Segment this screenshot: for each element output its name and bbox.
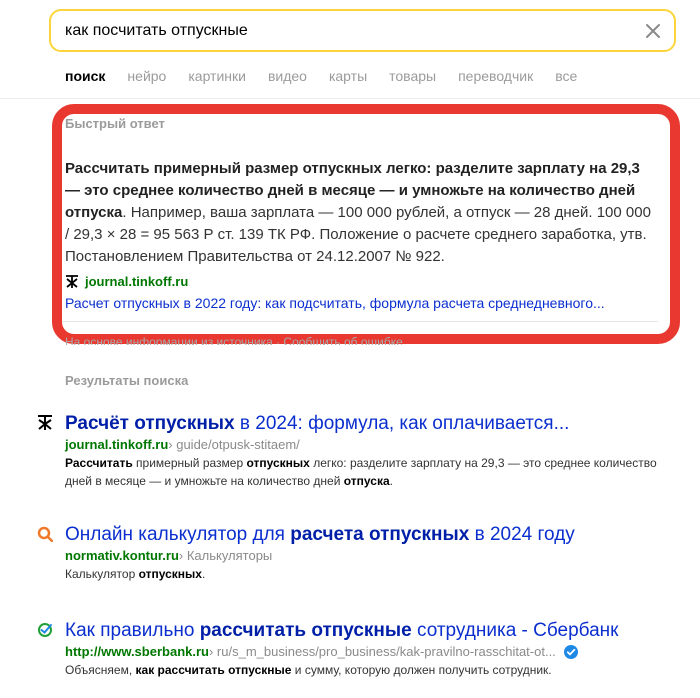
result-domain[interactable]: normativ.kontur.ru [65,547,179,565]
tab-images[interactable]: картинки [188,66,246,90]
result-url[interactable]: normativ.kontur.ru › Калькуляторы [65,547,685,565]
tab-search[interactable]: поиск [65,66,105,90]
snippet-text: . [201,567,206,581]
tinkoff-favicon-icon [65,274,79,289]
result-title-pre[interactable]: Онлайн калькулятор для [65,524,290,545]
kontur-favicon-icon [37,526,53,542]
quick-answer-link[interactable]: Расчет отпускных в 2022 году: как подсчи… [65,295,650,311]
snippet-bold: отпускных [246,456,310,470]
search-input[interactable]: как посчитать отпускные [65,22,248,40]
result-title-pre[interactable]: Как правильно [65,620,200,641]
search-result: Онлайн калькулятор для расчета отпускных… [37,523,685,583]
snippet-bold: отпуска [343,474,390,488]
snippet-text: Объясняем, [65,663,136,677]
tab-all[interactable]: все [555,66,577,90]
tab-neuro[interactable]: нейро [127,66,166,90]
search-result: Расчёт отпускных в 2024: формула, как оп… [38,412,685,490]
result-title-link[interactable]: Как правильно рассчитать отпускные сотру… [65,619,685,643]
result-path[interactable]: › Калькуляторы [179,547,272,565]
result-path[interactable]: › ru/s_m_business/pro_business/kak-pravi… [209,643,556,661]
verified-check-icon [563,645,578,659]
quick-answer-domain[interactable]: journal.tinkoff.ru [85,274,188,289]
tab-maps[interactable]: карты [329,66,367,90]
quick-answer-source[interactable]: journal.tinkoff.ru [65,274,188,289]
quick-answer-footnote: На основе информации из источника · Сооб… [65,336,403,345]
snippet-text: и сумму, которую должен получить сотрудн… [291,663,552,677]
result-snippet: Объясняем, как рассчитать отпускные и су… [65,661,685,679]
result-title-link[interactable]: Онлайн калькулятор для расчета отпускных… [65,523,685,547]
tabs-divider [0,98,700,99]
result-url[interactable]: journal.tinkoff.ru › guide/otpusk-stitae… [65,436,685,454]
tinkoff-favicon-icon [38,415,52,430]
result-title-rest[interactable]: сотрудника - Сбербанк [412,620,619,641]
result-url[interactable]: http://www.sberbank.ru › ru/s_m_business… [65,643,685,661]
result-title-rest[interactable]: в 2024: формула, как оплачивается... [235,413,570,434]
snippet-bold: Рассчитать [65,456,133,470]
close-icon[interactable] [642,20,664,42]
quick-answer-text: Рассчитать примерный размер отпускных ле… [65,158,657,268]
snippet-bold: как рассчитать отпускные [135,663,292,677]
result-title-bold[interactable]: Расчёт отпускных [65,413,235,434]
result-path[interactable]: › guide/otpusk-stitaem/ [168,436,300,454]
quick-answer-rest: . Например, ваша зарплата — 100 000 рубл… [65,204,651,265]
snippet-text: Калькулятор [65,567,139,581]
result-title-bold[interactable]: расчета отпускных [290,524,469,545]
quick-answer-title: Быстрый ответ [65,116,165,131]
result-domain[interactable]: http://www.sberbank.ru [65,643,209,661]
result-snippet: Рассчитать примерный размер отпускных ле… [65,454,685,490]
result-title-bold[interactable]: рассчитать отпускные [200,620,412,641]
search-result: Как правильно рассчитать отпускные сотру… [38,619,685,679]
snippet-bold: отпускных [138,567,202,581]
snippet-text: . [389,474,393,488]
snippet-text: примерный размер [132,456,247,470]
tab-video[interactable]: видео [268,66,307,90]
results-title: Результаты поиска [65,373,189,388]
result-domain[interactable]: journal.tinkoff.ru [65,436,168,454]
quick-answer-divider [62,321,658,322]
result-snippet: Калькулятор отпускных. [65,565,685,583]
quick-answer-card: Быстрый ответ Рассчитать примерный разме… [52,104,680,344]
search-tabs: поиск нейро картинки видео карты товары … [65,66,599,90]
result-title-rest[interactable]: в 2024 году [469,524,575,545]
search-box[interactable]: как посчитать отпускные [49,9,676,52]
sber-favicon-icon [38,623,52,637]
tab-translator[interactable]: переводчик [458,66,533,90]
tab-products[interactable]: товары [389,66,436,90]
result-title-link[interactable]: Расчёт отпускных в 2024: формула, как оп… [65,412,685,436]
